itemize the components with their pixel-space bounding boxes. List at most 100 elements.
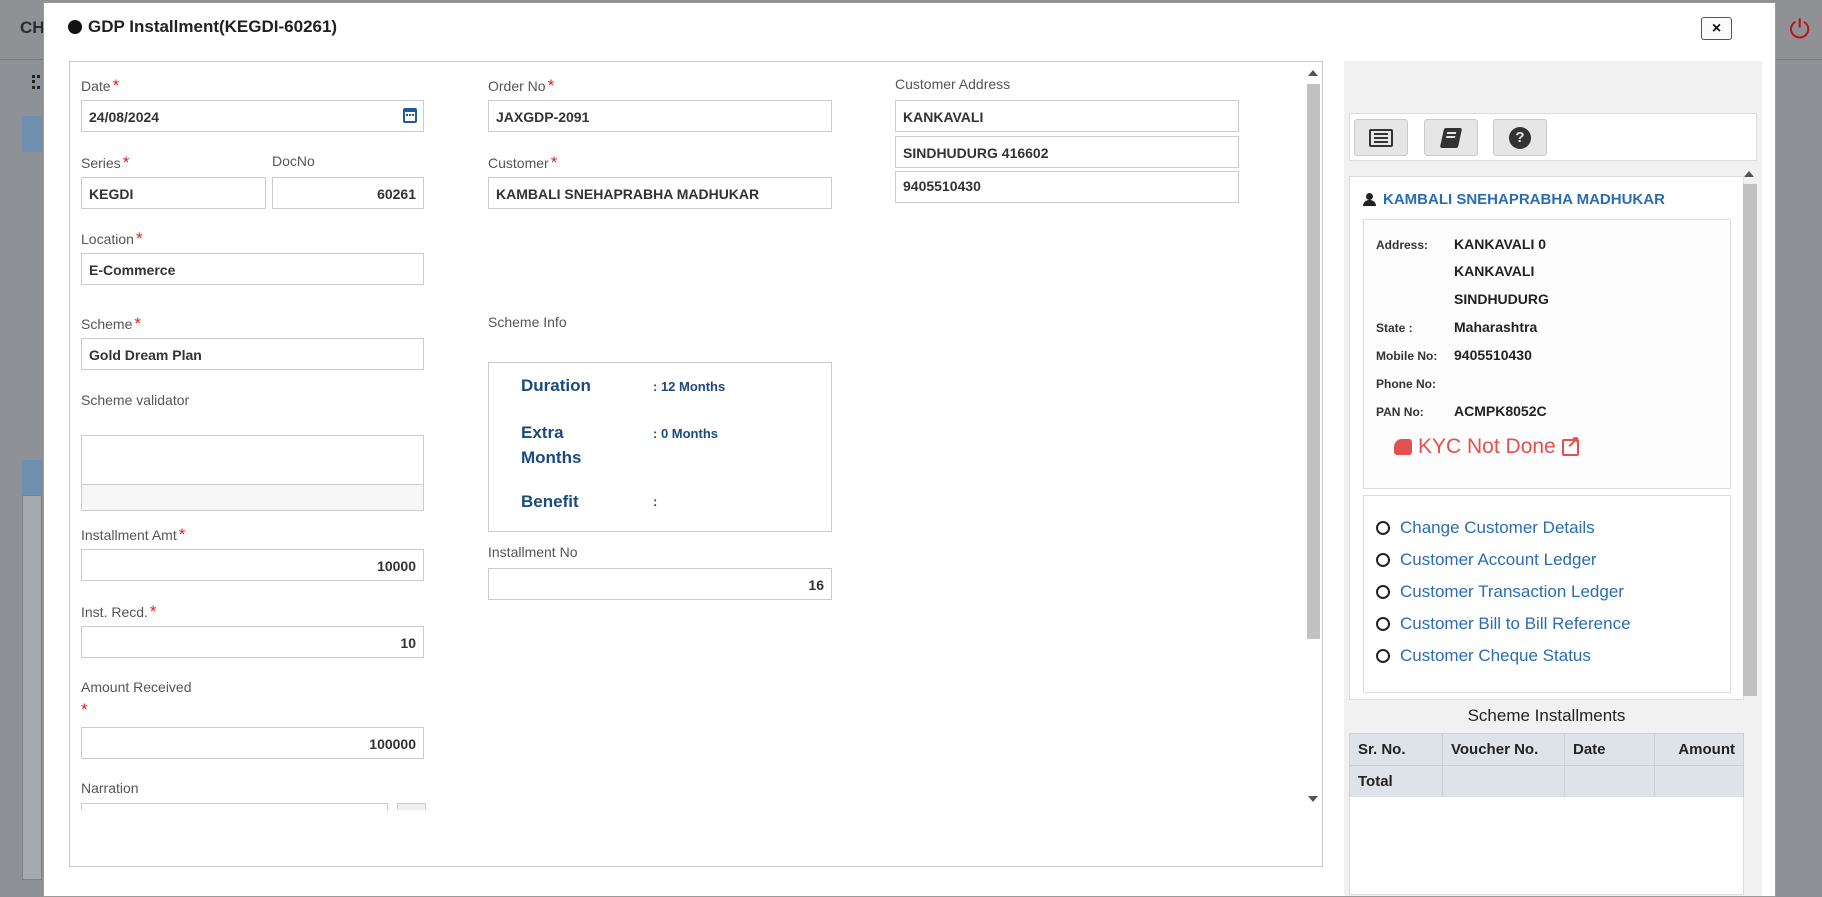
modal-header: GDP Installment(KEGDI-60261) ×: [44, 3, 1775, 53]
pan-label: PAN No:: [1376, 405, 1424, 419]
side-panel-scroll-area[interactable]: KAMBALI SNEHAPRABHA MADHUKAR Address: KA…: [1349, 166, 1759, 896]
scroll-up-icon[interactable]: [1308, 70, 1318, 76]
user-icon: [1363, 192, 1376, 207]
circle-icon: [1376, 553, 1390, 567]
date-label: Date *: [81, 76, 120, 95]
customer-details-box: Address: KANKAVALI 0 KANKAVALI SINDHUDUR…: [1363, 219, 1731, 489]
external-link-icon: [1561, 432, 1580, 456]
amount-received-input[interactable]: 100000: [81, 727, 424, 759]
address-line2: KANKAVALI: [1454, 263, 1535, 279]
kyc-status-text: KYC Not Done: [1418, 435, 1556, 458]
gdp-installment-modal: GDP Installment(KEGDI-60261) × Date * 24/…: [43, 2, 1776, 897]
pan-value: ACMPK8052C: [1454, 403, 1547, 419]
list-button[interactable]: [1354, 119, 1408, 156]
duration-value: : 12 Months: [653, 379, 726, 394]
scroll-down-icon[interactable]: [1308, 796, 1318, 802]
background-panel-tab: [22, 116, 42, 152]
col-amount[interactable]: Amount: [1654, 733, 1744, 766]
col-date[interactable]: Date: [1564, 733, 1655, 766]
background-app-initials: CH: [20, 18, 45, 37]
doc-no-input[interactable]: 60261: [272, 177, 424, 209]
customer-label: Customer *: [488, 153, 558, 172]
scheme-installments-table: Sr. No. Voucher No. Date Amount Total: [1349, 733, 1744, 798]
total-cell: [1442, 765, 1565, 798]
kyc-status-link[interactable]: KYC Not Done: [1394, 432, 1580, 459]
customer-bill-to-bill-link[interactable]: Customer Bill to Bill Reference: [1376, 614, 1631, 634]
thumbs-down-icon: [1394, 439, 1412, 455]
customer-links-box: Change Customer Details Customer Account…: [1363, 495, 1731, 693]
form-scroll-area[interactable]: Date * 24/08/2024 Order No * JAXGDP-2091 C…: [70, 62, 1307, 810]
duration-label: Duration: [521, 376, 591, 395]
change-customer-details-link[interactable]: Change Customer Details: [1376, 518, 1595, 538]
benefit-label: Benefit: [521, 492, 579, 511]
customer-account-ledger-link[interactable]: Customer Account Ledger: [1376, 550, 1597, 570]
customer-address-line3[interactable]: 9405510430: [895, 171, 1239, 203]
customer-cheque-status-link[interactable]: Customer Cheque Status: [1376, 646, 1591, 666]
scheme-input[interactable]: Gold Dream Plan: [81, 338, 424, 370]
order-no-input[interactable]: JAXGDP-2091: [488, 100, 832, 132]
extra-months-label-2: Months: [521, 448, 582, 467]
installment-amt-label: Installment Amt *: [81, 525, 186, 544]
circle-bullet-icon: [68, 20, 82, 34]
side-panel-scrollbar[interactable]: [1741, 166, 1757, 896]
table-total-row: Total: [1349, 765, 1744, 798]
power-icon[interactable]: ⏻: [1789, 14, 1810, 46]
narration-side-button[interactable]: [397, 803, 426, 810]
scheme-label: Scheme *: [81, 314, 141, 333]
extra-months-value: : 0 Months: [653, 426, 718, 441]
customer-address-line2[interactable]: SINDHUDURG 416602: [895, 136, 1239, 168]
modal-title-text: GDP Installment(KEGDI-60261): [88, 17, 338, 36]
state-value: Maharashtra: [1454, 319, 1538, 335]
address-line1: KANKAVALI 0: [1454, 236, 1547, 252]
background-panel-tab-2: [22, 460, 42, 496]
col-voucher-no[interactable]: Voucher No.: [1442, 733, 1565, 766]
book-icon: [1439, 127, 1463, 148]
date-input[interactable]: 24/08/2024: [81, 100, 424, 132]
inst-recd-input[interactable]: 10: [81, 626, 424, 658]
help-button[interactable]: ?: [1493, 119, 1547, 156]
book-button[interactable]: [1424, 119, 1478, 156]
scroll-thumb[interactable]: [1307, 84, 1320, 639]
help-icon: ?: [1509, 126, 1531, 149]
location-input[interactable]: E-Commerce: [81, 253, 424, 285]
narration-input[interactable]: [81, 803, 388, 810]
order-no-label: Order No *: [488, 76, 555, 95]
mobile-value: 9405510430: [1454, 347, 1532, 363]
link-label: Customer Account Ledger: [1400, 550, 1597, 569]
extra-months-label-1: Extra: [521, 423, 564, 442]
link-label: Customer Transaction Ledger: [1400, 582, 1624, 601]
scheme-validator-field[interactable]: [81, 435, 424, 485]
customer-name-text: KAMBALI SNEHAPRABHA MADHUKAR: [1383, 191, 1665, 208]
customer-transaction-ledger-link[interactable]: Customer Transaction Ledger: [1376, 582, 1624, 602]
total-label: Total: [1349, 765, 1443, 798]
customer-name: KAMBALI SNEHAPRABHA MADHUKAR: [1363, 191, 1665, 208]
scroll-thumb[interactable]: [1743, 184, 1757, 696]
inst-recd-label: Inst. Recd. *: [81, 602, 157, 621]
scheme-installments-title: Scheme Installments: [1467, 706, 1626, 725]
circle-icon: [1376, 585, 1390, 599]
location-label: Location *: [81, 229, 143, 248]
state-label: State :: [1376, 321, 1413, 335]
customer-address-line1[interactable]: KANKAVALI: [895, 100, 1239, 132]
calendar-icon[interactable]: [403, 108, 417, 123]
installment-amt-input[interactable]: 10000: [81, 549, 424, 581]
link-label: Customer Cheque Status: [1400, 646, 1591, 665]
scroll-up-icon[interactable]: [1744, 171, 1754, 177]
link-label: Customer Bill to Bill Reference: [1400, 614, 1631, 633]
scheme-info-box: Duration : 12 Months Extra Months : 0 Mo…: [488, 362, 832, 532]
list-icon: [1369, 128, 1393, 147]
phone-label: Phone No:: [1376, 377, 1436, 391]
scheme-validator-label: Scheme validator: [81, 392, 190, 408]
close-button[interactable]: ×: [1701, 17, 1732, 40]
doc-no-label: DocNo: [272, 153, 315, 169]
series-label: Series *: [81, 153, 130, 172]
mobile-label: Mobile No:: [1376, 349, 1438, 363]
installment-no-input[interactable]: 16: [488, 568, 832, 600]
scheme-info-label: Scheme Info: [488, 314, 567, 330]
customer-input[interactable]: KAMBALI SNEHAPRABHA MADHUKAR: [488, 177, 832, 209]
benefit-value: :: [653, 494, 658, 509]
scheme-validator-sub-field: [81, 484, 424, 511]
form-scrollbar[interactable]: [1305, 66, 1321, 806]
series-input[interactable]: KEGDI: [81, 177, 266, 209]
col-sr-no[interactable]: Sr. No.: [1349, 733, 1443, 766]
